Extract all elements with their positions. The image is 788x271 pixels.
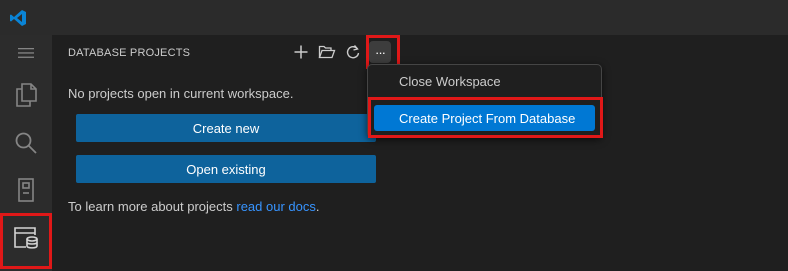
open-existing-button[interactable]: Open existing	[76, 155, 376, 183]
menu-item-highlight	[368, 97, 603, 138]
new-project-button[interactable]	[290, 41, 312, 63]
panel-title: DATABASE PROJECTS	[68, 47, 191, 59]
vscode-logo-icon[interactable]	[9, 9, 27, 27]
refresh-icon	[346, 45, 360, 59]
refresh-button[interactable]	[342, 41, 364, 63]
learn-more-text: To learn more about projects read our do…	[68, 199, 320, 214]
activity-bar	[0, 35, 52, 271]
learn-more-suffix: .	[315, 199, 320, 214]
notebook-icon[interactable]	[0, 177, 52, 203]
create-new-button[interactable]: Create new	[76, 114, 376, 142]
menu-item-close-workspace[interactable]: Close Workspace	[374, 68, 595, 94]
empty-workspace-message: No projects open in current workspace.	[68, 86, 294, 101]
open-project-button[interactable]	[316, 41, 338, 63]
folder-open-icon	[318, 45, 336, 59]
search-icon[interactable]	[0, 130, 52, 156]
learn-more-prefix: To learn more about projects	[68, 199, 237, 214]
files-icon[interactable]	[0, 81, 52, 109]
plus-icon	[294, 45, 308, 59]
read-docs-link[interactable]: read our docs	[236, 199, 316, 214]
title-bar	[0, 0, 788, 35]
active-item-highlight	[0, 213, 52, 269]
hamburger-icon[interactable]	[0, 45, 52, 61]
